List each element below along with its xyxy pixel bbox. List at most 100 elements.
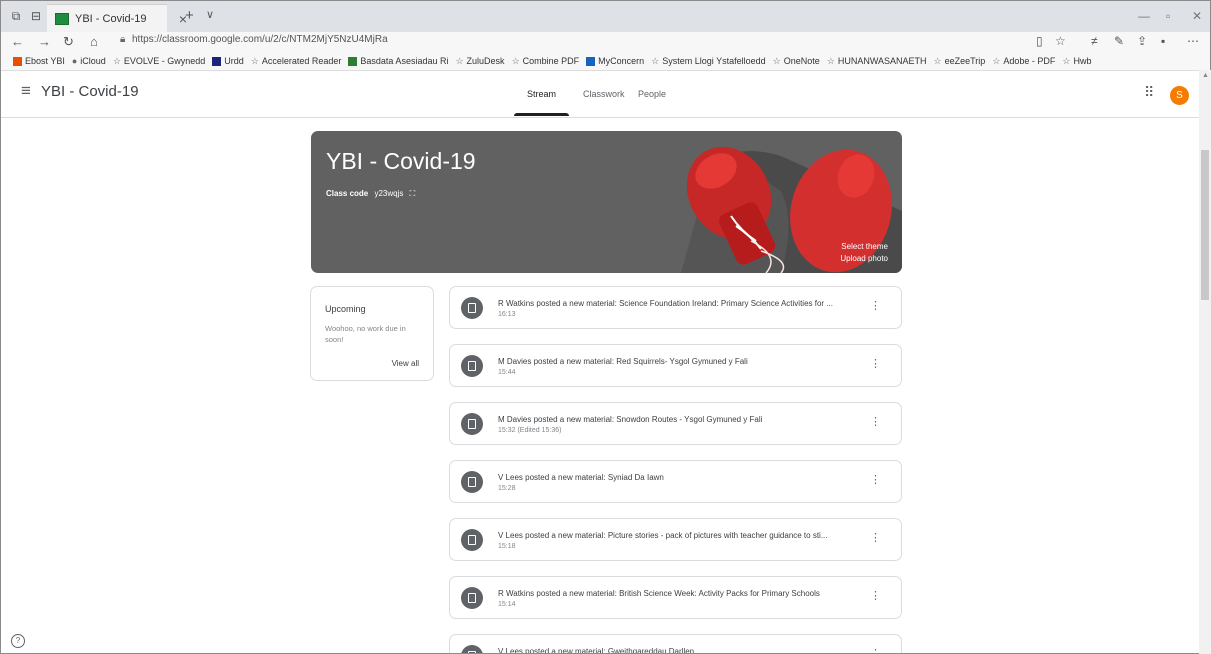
help-icon[interactable]: ?	[11, 634, 25, 648]
bookmarks-bar: Ebost YBI ● iCloud ☆ EVOLVE - Gwynedd Urdd ☆ Ac…	[1, 52, 1210, 71]
class-code-label: Class code	[326, 189, 369, 198]
post-title[interactable]: V Lees posted a new material: Gweithgare…	[498, 647, 873, 653]
course-title[interactable]: YBI - Covid-19	[41, 83, 139, 100]
bookmark-item[interactable]: ☆ EVOLVE - Gwynedd	[113, 56, 205, 67]
post-more-options-icon[interactable]: ⋮	[870, 301, 881, 312]
reading-view-icon[interactable]: ▯	[1036, 34, 1043, 48]
post-more-options-icon[interactable]: ⋮	[870, 417, 881, 428]
bookmark-item[interactable]: ● iCloud	[72, 56, 106, 66]
favorite-star-icon[interactable]: ☆	[1055, 34, 1066, 48]
bookmark-item[interactable]: ☆ Hwb	[1062, 56, 1091, 67]
page-scrollbar[interactable]: ▲	[1199, 70, 1211, 654]
post-time: 15:14	[498, 601, 516, 608]
post-title[interactable]: V Lees posted a new material: Picture st…	[498, 531, 873, 540]
post-time: 15:28	[498, 485, 516, 492]
bookmark-item[interactable]: ☆ Accelerated Reader	[251, 56, 342, 67]
post-title[interactable]: M Davies posted a new material: Red Squi…	[498, 357, 873, 366]
stream-post[interactable]: M Davies posted a new material: Snowdon …	[449, 402, 902, 445]
stream-post[interactable]: R Watkins posted a new material: Science…	[449, 286, 902, 329]
fullscreen-code-icon[interactable]: ⛶	[410, 189, 416, 198]
tab-actions-icon[interactable]: ⧉	[9, 9, 23, 23]
stream-post[interactable]: V Lees posted a new material: Gweithgare…	[449, 634, 902, 654]
classroom-favicon-icon	[55, 12, 69, 25]
material-icon	[461, 355, 483, 377]
tab-classwork[interactable]: Classwork	[583, 89, 625, 99]
post-title[interactable]: R Watkins posted a new material: British…	[498, 589, 873, 598]
material-icon	[461, 645, 483, 653]
hamburger-menu-icon[interactable]: ≡	[21, 81, 31, 101]
bookmark-item[interactable]: ☆ eeZeeTrip	[934, 56, 986, 67]
bookmark-item[interactable]: MyConcern	[586, 56, 644, 66]
urdd-icon	[212, 56, 222, 66]
browser-tab[interactable]: YBI - Covid-19 ×	[47, 4, 187, 32]
post-more-options-icon[interactable]: ⋮	[870, 475, 881, 486]
bookmark-label: ZuluDesk	[466, 56, 505, 66]
bookmark-item[interactable]: ☆ HUNANWASANAETH	[827, 56, 927, 67]
bookmark-item[interactable]: Ebost YBI	[13, 56, 65, 66]
bookmark-item[interactable]: Basdata Asesiadau Ri	[348, 56, 448, 66]
stream-post[interactable]: M Davies posted a new material: Red Squi…	[449, 344, 902, 387]
title-bar: ⧉ ⊟ YBI - Covid-19 × + ∨ — ▫ ✕	[1, 1, 1210, 32]
bookmark-label: iCloud	[80, 56, 106, 66]
post-title[interactable]: V Lees posted a new material: Syniad Da …	[498, 473, 873, 482]
bookmark-label: Hwb	[1073, 56, 1092, 66]
material-icon	[461, 413, 483, 435]
bookmark-label: Accelerated Reader	[261, 56, 342, 66]
stream-post[interactable]: V Lees posted a new material: Picture st…	[449, 518, 902, 561]
favorites-hub-icon[interactable]: ≠	[1091, 34, 1098, 48]
apps-grid-icon[interactable]: ⠿	[1144, 84, 1154, 101]
home-icon[interactable]: ⌂	[90, 34, 98, 49]
stream-post[interactable]: V Lees posted a new material: Syniad Da …	[449, 460, 902, 503]
pen-icon[interactable]: ✎	[1114, 34, 1124, 48]
view-all-link[interactable]: View all	[392, 359, 419, 368]
maximize-icon[interactable]: ▫	[1166, 9, 1170, 23]
banner-title: YBI - Covid-19	[326, 148, 476, 174]
post-time: 15:44	[498, 369, 516, 376]
bookmark-item[interactable]: ☆ ZuluDesk	[455, 56, 504, 67]
bookmark-label: Adobe - PDF	[1003, 56, 1056, 66]
bookmark-label: OneNote	[783, 56, 820, 66]
post-time: 16:13	[498, 311, 516, 318]
avatar[interactable]: S	[1170, 86, 1189, 105]
star-icon: ☆	[455, 55, 464, 66]
star-icon: ☆	[1062, 55, 1071, 66]
back-icon[interactable]: ←	[11, 34, 24, 49]
bookmark-item[interactable]: ☆ Combine PDF	[512, 56, 580, 67]
extension-icon[interactable]: ▪	[1161, 34, 1165, 48]
post-time: 15:18	[498, 543, 516, 550]
bookmark-label: HUNANWASANAETH	[837, 56, 927, 66]
tab-people[interactable]: People	[638, 89, 666, 99]
star-icon: ☆	[826, 55, 835, 66]
share-icon[interactable]: ⇪	[1137, 34, 1147, 48]
upload-photo-link[interactable]: Upload photo	[840, 254, 888, 263]
scrollbar-thumb[interactable]	[1201, 150, 1209, 300]
scroll-up-icon[interactable]: ▲	[1202, 72, 1209, 79]
post-title[interactable]: M Davies posted a new material: Snowdon …	[498, 415, 873, 424]
bookmark-item[interactable]: Urdd	[212, 56, 244, 66]
bookmark-label: System Llogi Ystafelloedd	[662, 56, 766, 66]
post-more-options-icon[interactable]: ⋮	[870, 359, 881, 370]
tabs-aside-icon[interactable]: ⊟	[29, 9, 43, 23]
post-more-options-icon[interactable]: ⋮	[870, 649, 881, 654]
more-icon[interactable]: ⋯	[1187, 34, 1199, 48]
post-more-options-icon[interactable]: ⋮	[870, 533, 881, 544]
stream-post[interactable]: R Watkins posted a new material: British…	[449, 576, 902, 619]
bookmark-item[interactable]: ☆ OneNote	[773, 56, 820, 67]
post-more-options-icon[interactable]: ⋮	[870, 591, 881, 602]
forward-icon[interactable]: →	[38, 34, 51, 49]
post-title[interactable]: R Watkins posted a new material: Science…	[498, 299, 873, 308]
database-icon	[348, 56, 358, 66]
refresh-icon[interactable]: ↻	[63, 34, 74, 50]
select-theme-link[interactable]: Select theme	[841, 242, 888, 251]
material-icon	[461, 587, 483, 609]
myconcern-icon	[586, 56, 596, 66]
class-code: Class code y23wqjs ⛶	[326, 189, 415, 199]
close-window-icon[interactable]: ✕	[1192, 9, 1202, 23]
minimize-icon[interactable]: —	[1138, 9, 1150, 23]
bookmark-item[interactable]: ☆ System Llogi Ystafelloedd	[651, 56, 765, 67]
new-tab-icon[interactable]: +	[185, 7, 194, 24]
tab-stream[interactable]: Stream	[527, 89, 556, 99]
bookmark-item[interactable]: ☆ Adobe - PDF	[992, 56, 1055, 67]
url-field[interactable]: https://classroom.google.com/u/2/c/NTM2M…	[132, 34, 388, 45]
tab-preview-chevron-icon[interactable]: ∨	[206, 8, 214, 21]
